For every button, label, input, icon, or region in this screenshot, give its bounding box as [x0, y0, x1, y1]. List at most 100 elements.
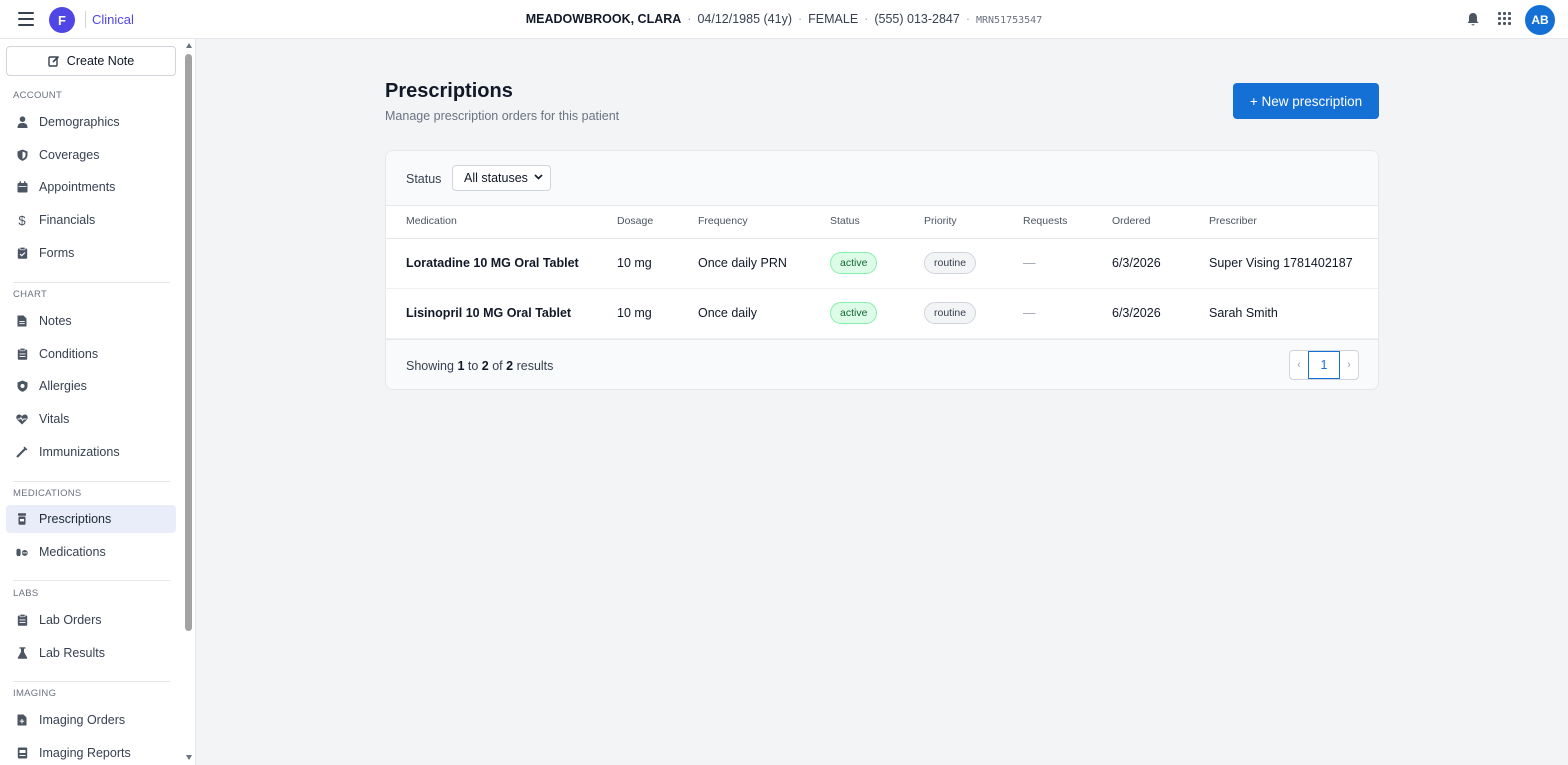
section-divider [13, 580, 170, 581]
patient-name: MEADOWBROOK, CLARA [525, 12, 682, 26]
section-label-imaging: IMAGING [13, 688, 57, 699]
scroll-down-arrow[interactable] [186, 755, 192, 760]
sidebar-item-label: Medications [39, 545, 106, 559]
edit-icon [48, 55, 59, 67]
sidebar-item-label: Imaging Orders [39, 713, 126, 727]
sidebar-scrollbar[interactable] [183, 39, 195, 765]
column-header-priority[interactable]: Priority [924, 215, 957, 227]
sidebar-item-financials[interactable]: $ Financials [6, 206, 176, 234]
report-icon [16, 747, 28, 759]
sidebar-item-vitals[interactable]: Vitals [6, 405, 176, 433]
sidebar-item-label: Forms [39, 246, 75, 260]
sidebar-item-label: Lab Orders [39, 613, 102, 627]
sidebar-item-imaging-reports[interactable]: Imaging Reports [6, 739, 176, 765]
section-divider [13, 481, 170, 482]
sidebar-item-label: Appointments [39, 180, 116, 194]
cell-frequency: Once daily [698, 306, 758, 320]
top-bar: F Clinical MEADOWBROOK, CLARA · 04/12/1985… [0, 0, 1568, 39]
cell-prescriber: Super Vising 1781402187 [1209, 256, 1353, 270]
cell-ordered: 6/3/2026 [1112, 306, 1161, 320]
grid-icon[interactable] [1498, 12, 1512, 26]
section-label-medications: MEDICATIONS [13, 488, 82, 499]
patient-banner: MEADOWBROOK, CLARA · 04/12/1985 (41y) · FEMA… [0, 12, 1568, 26]
calendar-icon [16, 181, 28, 193]
sidebar-item-label: Coverages [39, 148, 100, 162]
summary-to: 2 [481, 359, 489, 373]
section-label-account: ACCOUNT [13, 90, 63, 101]
scrollbar-thumb[interactable] [185, 54, 192, 631]
dollar-icon: $ [18, 212, 26, 228]
status-badge: active [830, 302, 878, 324]
cell-medication: Lisinopril 10 MG Oral Tablet [406, 306, 572, 320]
column-header-prescriber[interactable]: Prescriber [1209, 215, 1257, 227]
table-row[interactable]: Lisinopril 10 MG Oral Tablet 10 mg Once … [386, 289, 1378, 339]
cell-dosage: 10 mg [617, 256, 652, 270]
priority-badge: routine [924, 302, 977, 324]
sidebar-item-prescriptions[interactable]: Prescriptions [6, 505, 176, 533]
bell-icon[interactable] [1466, 12, 1480, 27]
sidebar-item-notes[interactable]: Notes [6, 307, 176, 335]
sidebar-item-label: Demographics [39, 115, 120, 129]
sidebar-item-imaging-orders[interactable]: Imaging Orders [6, 706, 176, 734]
cell-dosage: 10 mg [617, 306, 652, 320]
summary-to-word: to [467, 359, 479, 373]
patient-phone: (555) 013-2847 [874, 12, 960, 26]
column-header-requests[interactable]: Requests [1023, 215, 1067, 227]
chevron-down-icon [534, 174, 543, 180]
next-page-button[interactable]: › [1340, 351, 1358, 379]
sidebar: Create Note ACCOUNT Demographics Coverag… [0, 39, 196, 765]
sidebar-item-coverages[interactable]: Coverages [6, 141, 176, 169]
page-subtitle: Manage prescription orders for this pati… [385, 109, 620, 123]
new-prescription-button[interactable]: + New prescription [1233, 83, 1379, 119]
sidebar-item-label: Financials [39, 213, 96, 227]
sidebar-item-label: Vitals [39, 412, 70, 426]
page-number-button[interactable]: 1 [1308, 351, 1340, 379]
sidebar-item-lab-results[interactable]: Lab Results [6, 639, 176, 667]
cell-frequency: Once daily PRN [698, 256, 787, 270]
clipboard-icon [16, 247, 28, 259]
column-header-medication[interactable]: Medication [406, 215, 457, 227]
document-plus-icon [16, 714, 28, 726]
sidebar-item-forms[interactable]: Forms [6, 239, 176, 267]
sidebar-item-label: Prescriptions [39, 512, 112, 526]
sidebar-item-medications[interactable]: Medications [6, 538, 176, 566]
page-title: Prescriptions [385, 80, 513, 102]
summary-of-word: of [492, 359, 503, 373]
patient-dob: 04/12/1985 (41y) [697, 12, 792, 26]
prev-page-button[interactable]: ‹ [1290, 351, 1308, 379]
sidebar-item-conditions[interactable]: Conditions [6, 340, 176, 368]
table-footer: Showing 1 to 2 of 2 results ‹ 1 › [386, 339, 1378, 389]
column-header-status[interactable]: Status [830, 215, 860, 227]
pills-icon [16, 546, 28, 558]
sidebar-item-label: Notes [39, 314, 72, 328]
sidebar-item-immunizations[interactable]: Immunizations [6, 438, 176, 466]
results-summary: Showing 1 to 2 of 2 results [406, 359, 553, 373]
shield-icon [16, 149, 28, 161]
pill-bottle-icon [16, 513, 28, 525]
sidebar-item-allergies[interactable]: Allergies [6, 372, 176, 400]
create-note-button[interactable]: Create Note [6, 46, 176, 76]
sidebar-item-lab-orders[interactable]: Lab Orders [6, 606, 176, 634]
sidebar-item-label: Lab Results [39, 646, 106, 660]
sidebar-item-demographics[interactable]: Demographics [6, 108, 176, 136]
summary-prefix: Showing [406, 359, 454, 373]
cell-ordered: 6/3/2026 [1112, 256, 1161, 270]
status-filter-select[interactable]: All statuses [452, 165, 551, 191]
column-header-ordered[interactable]: Ordered [1112, 215, 1151, 227]
status-filter-label: Status [406, 172, 442, 186]
column-header-frequency[interactable]: Frequency [698, 215, 748, 227]
prescriptions-card: Status All statuses Medication Dosage Fr… [385, 150, 1379, 390]
priority-badge: routine [924, 252, 977, 274]
syringe-icon [16, 446, 28, 458]
sidebar-item-label: Immunizations [39, 445, 120, 459]
document-icon [16, 315, 28, 327]
filter-bar: Status All statuses [386, 151, 1378, 206]
avatar[interactable]: AB [1525, 5, 1555, 35]
patient-sex: FEMALE [808, 12, 859, 26]
table-row[interactable]: Loratadine 10 MG Oral Tablet 10 mg Once … [386, 239, 1378, 289]
column-header-dosage[interactable]: Dosage [617, 215, 653, 227]
scroll-up-arrow[interactable] [186, 43, 192, 48]
separator-dot: · [965, 12, 970, 26]
sidebar-item-appointments[interactable]: Appointments [6, 173, 176, 201]
person-icon [16, 116, 28, 128]
